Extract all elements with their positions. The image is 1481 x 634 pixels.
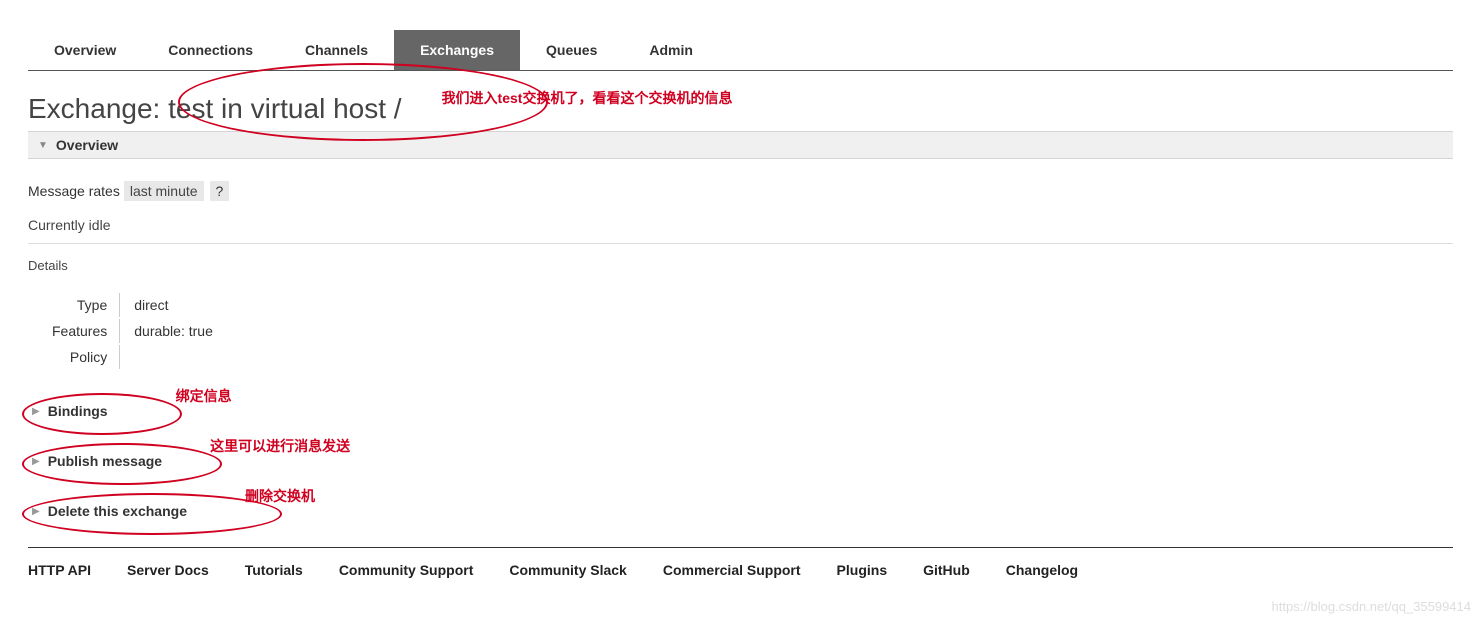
chevron-right-icon: ▶ <box>32 406 40 417</box>
idle-status: Currently idle <box>28 211 1453 244</box>
page-title: Exchange: test in virtual host / <box>28 93 402 125</box>
annotation-title: 我们进入test交换机了，看看这个交换机的信息 <box>442 88 733 108</box>
footer-http-api[interactable]: HTTP API <box>28 562 91 578</box>
annotation-publish: 这里可以进行消息发送 <box>210 436 350 456</box>
footer-commercial-support[interactable]: Commercial Support <box>663 562 801 578</box>
detail-features-value: durable: true <box>122 319 225 343</box>
section-overview-header[interactable]: ▼ Overview <box>28 131 1453 159</box>
message-rates-row: Message rates last minute ? <box>28 181 1453 201</box>
exchange-name: test <box>168 93 213 124</box>
main-tabs: Overview Connections Channels Exchanges … <box>28 30 1453 71</box>
detail-features-label: Features <box>40 319 120 343</box>
message-rates-period[interactable]: last minute <box>124 181 204 201</box>
chevron-right-icon: ▶ <box>32 506 40 517</box>
details-table: Type direct Features durable: true Polic… <box>38 291 227 371</box>
details-heading: Details <box>28 258 1453 273</box>
footer-plugins[interactable]: Plugins <box>837 562 888 578</box>
section-publish-label: Publish message <box>48 453 162 469</box>
footer-community-support[interactable]: Community Support <box>339 562 474 578</box>
tab-overview[interactable]: Overview <box>28 30 142 70</box>
section-bindings-label: Bindings <box>48 403 108 419</box>
tab-queues[interactable]: Queues <box>520 30 623 70</box>
footer-tutorials[interactable]: Tutorials <box>245 562 303 578</box>
tab-connections[interactable]: Connections <box>142 30 279 70</box>
section-delete-exchange[interactable]: ▶ Delete this exchange <box>28 501 195 521</box>
footer-links: HTTP API Server Docs Tutorials Community… <box>28 547 1453 592</box>
vhost-name: / <box>394 93 402 124</box>
watermark: https://blog.csdn.net/qq_35599414 <box>1272 599 1472 614</box>
detail-type-label: Type <box>40 293 120 317</box>
message-rates-label: Message rates <box>28 183 120 199</box>
section-bindings[interactable]: ▶ Bindings <box>28 401 116 421</box>
title-prefix: Exchange: <box>28 93 168 124</box>
section-overview-label: Overview <box>56 137 118 153</box>
table-row: Policy <box>40 345 225 369</box>
tab-channels[interactable]: Channels <box>279 30 394 70</box>
footer-changelog[interactable]: Changelog <box>1006 562 1078 578</box>
table-row: Features durable: true <box>40 319 225 343</box>
detail-policy-value <box>122 345 225 369</box>
table-row: Type direct <box>40 293 225 317</box>
chevron-right-icon: ▶ <box>32 456 40 467</box>
help-icon[interactable]: ? <box>210 181 230 201</box>
annotation-bindings: 绑定信息 <box>176 386 232 406</box>
tab-admin[interactable]: Admin <box>623 30 719 70</box>
footer-server-docs[interactable]: Server Docs <box>127 562 209 578</box>
detail-type-value: direct <box>122 293 225 317</box>
annotation-delete: 删除交换机 <box>245 486 315 506</box>
vhost-prefix: in virtual host <box>213 93 394 124</box>
chevron-down-icon: ▼ <box>38 140 48 151</box>
footer-github[interactable]: GitHub <box>923 562 970 578</box>
section-delete-label: Delete this exchange <box>48 503 187 519</box>
footer-community-slack[interactable]: Community Slack <box>509 562 626 578</box>
detail-policy-label: Policy <box>40 345 120 369</box>
section-publish-message[interactable]: ▶ Publish message <box>28 451 170 471</box>
tab-exchanges[interactable]: Exchanges <box>394 30 520 70</box>
